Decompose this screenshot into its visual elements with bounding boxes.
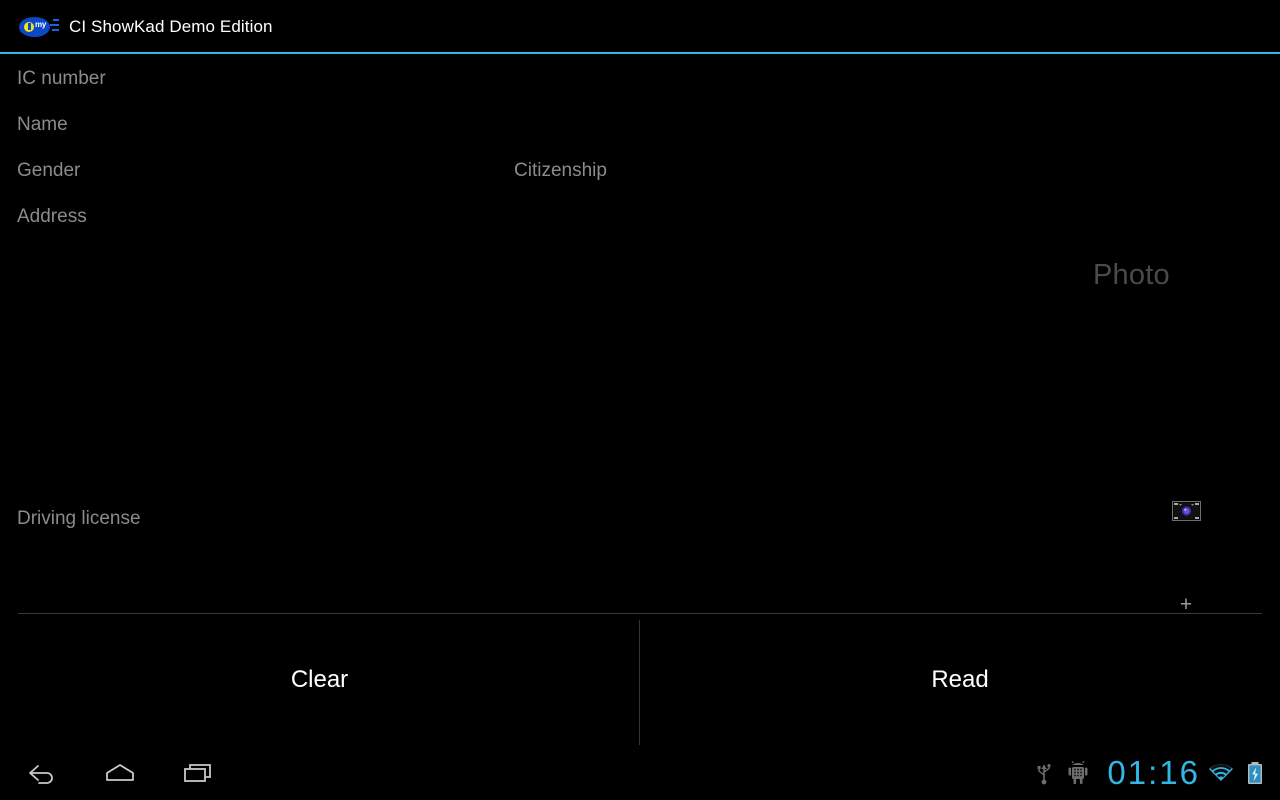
usb-icon	[1027, 756, 1061, 790]
mykad-logo-text: my	[35, 19, 46, 29]
label-driving-license: Driving license	[17, 508, 141, 529]
status-area: 01:16	[1027, 745, 1272, 800]
mykad-logo-icon: my	[19, 15, 59, 39]
label-citizenship: Citizenship	[514, 160, 607, 181]
title-bar: my CI ShowKad Demo Edition	[0, 0, 1280, 53]
battery-charging-icon	[1238, 756, 1272, 790]
label-ic-number: IC number	[17, 68, 106, 89]
system-nav-bar: 01:16	[0, 745, 1280, 800]
status-clock: 01:16	[1107, 754, 1200, 791]
app-title: CI ShowKad Demo Edition	[69, 16, 273, 36]
recent-apps-icon[interactable]	[178, 756, 218, 790]
label-address: Address	[17, 206, 87, 227]
read-button[interactable]: Read	[640, 614, 1280, 745]
app-screen: my CI ShowKad Demo Edition IC number Nam…	[0, 0, 1280, 800]
label-gender: Gender	[17, 160, 81, 181]
home-icon[interactable]	[100, 756, 140, 790]
back-icon[interactable]	[22, 756, 62, 790]
photo-label: Photo	[1093, 259, 1170, 291]
label-name: Name	[17, 114, 68, 135]
android-debug-icon	[1061, 756, 1095, 790]
kad-form: IC number Name Gender Citizenship Addres…	[0, 53, 1280, 616]
wifi-icon	[1204, 756, 1238, 790]
camera-placeholder-icon[interactable]	[1172, 501, 1201, 521]
clear-button[interactable]: Clear	[0, 614, 639, 745]
